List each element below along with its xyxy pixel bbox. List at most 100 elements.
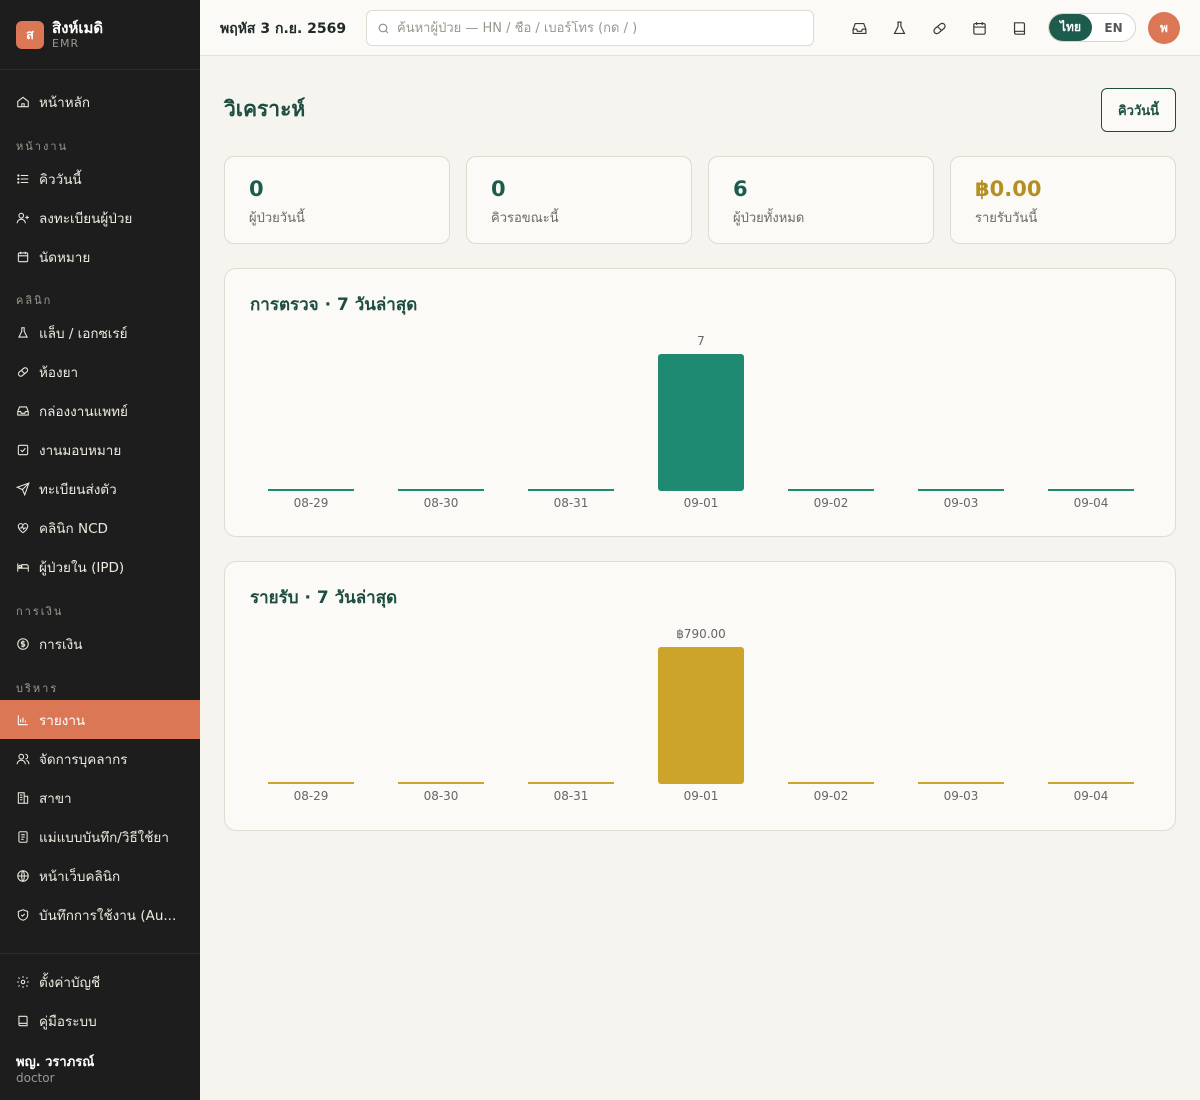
sidebar-item-label: กล่องงานแพทย์: [39, 403, 128, 420]
chart-bar: [528, 782, 614, 784]
sidebar-section-heading: หน้างาน: [16, 140, 69, 153]
sidebar-item-label: ลงทะเบียนผู้ป่วย: [39, 210, 133, 227]
inbox-icon: [16, 404, 30, 418]
sidebar-item-7[interactable]: ทะเบียนส่งตัว: [0, 469, 200, 508]
sidebar-item-14[interactable]: แม่แบบบันทึก/วิธีใช้ยา: [0, 817, 200, 856]
brand-logo: ส: [16, 20, 44, 49]
chart-bar: [268, 489, 354, 491]
sidebar-item-label: การเงิน: [39, 636, 83, 653]
stat-label: รายรับวันนี้: [975, 211, 1038, 226]
x-tick-label: 09-01: [684, 789, 719, 803]
sidebar-item-8[interactable]: คลินิก NCD: [0, 508, 200, 547]
sidebar-item-label: หน้าหลัก: [39, 94, 91, 111]
sidebar-item-manual[interactable]: คู่มือระบบ: [0, 1001, 200, 1040]
send-icon: [16, 481, 30, 496]
globe-icon: [16, 869, 30, 883]
sidebar-item-label: คลินิก NCD: [39, 520, 108, 537]
search-input[interactable]: [397, 20, 797, 36]
x-tick-label: 09-01: [684, 496, 719, 510]
page-title: วิเคราะห์: [224, 97, 306, 121]
sidebar-item-11[interactable]: รายงาน: [0, 700, 200, 739]
sidebar-item-label: คิววันนี้: [39, 171, 82, 188]
stat-value: 0: [249, 177, 264, 201]
sidebar-item-settings[interactable]: ตั้งค่าบัญชี: [0, 962, 200, 1001]
avatar[interactable]: พ: [1148, 12, 1180, 44]
pill-icon[interactable]: [929, 18, 949, 38]
users-icon: [16, 752, 30, 766]
x-tick-label: 08-29: [294, 789, 329, 803]
inbox-icon[interactable]: [849, 18, 869, 38]
x-tick-label: 08-30: [424, 789, 459, 803]
sidebar-item-label: หน้าเว็บคลินิก: [39, 868, 121, 885]
sidebar-item-9[interactable]: ผู้ป่วยใน (IPD): [0, 547, 200, 586]
chart-bar: [398, 489, 484, 491]
stat-value: 6: [733, 177, 748, 201]
sidebar-item-13[interactable]: สาขา: [0, 778, 200, 817]
current-date: พฤหัส 3 ก.ย. 2569: [220, 21, 347, 37]
stat-label: ผู้ป่วยวันนี้: [249, 211, 305, 226]
chart-bar: [268, 782, 354, 784]
top-header: พฤหัส 3 ก.ย. 2569 ไทย EN พ: [200, 0, 1200, 56]
checkbox-icon: [16, 443, 30, 457]
search-icon: [378, 23, 389, 33]
sidebar-item-label: คู่มือระบบ: [39, 1013, 97, 1030]
sidebar-item-label: นัดหมาย: [39, 249, 91, 266]
sidebar-item-label: บันทึกการใช้งาน (Au...: [39, 907, 177, 924]
sidebar-item-1[interactable]: ลงทะเบียนผู้ป่วย: [0, 198, 200, 237]
sidebar-item-label: ผู้ป่วยใน (IPD): [39, 559, 125, 576]
revenue-chart-card: รายรับ · 7 วันล่าสุด 08-29 08-30 08-31 09-0…: [224, 561, 1176, 831]
chart-bar: [528, 489, 614, 491]
home-icon: [16, 95, 30, 109]
today-queue-button[interactable]: คิววันนี้: [1101, 88, 1176, 132]
sidebar-item-2[interactable]: นัดหมาย: [0, 237, 200, 276]
book-icon[interactable]: [1009, 18, 1029, 38]
stat-card-queue-waiting: 0 คิวรอขณะนี้: [466, 156, 692, 244]
sidebar-item-0[interactable]: คิววันนี้: [0, 159, 200, 198]
sidebar-item-label: ตั้งค่าบัญชี: [39, 974, 101, 991]
chart-bar: [398, 782, 484, 784]
flask-icon[interactable]: [889, 18, 909, 38]
calendar-icon[interactable]: [969, 18, 989, 38]
patient-search[interactable]: [366, 10, 814, 46]
user-name: พญ. วราภรณ์: [16, 1055, 95, 1070]
sidebar-item-home[interactable]: หน้าหลัก: [0, 82, 200, 121]
x-tick-label: 09-04: [1074, 496, 1109, 510]
user-plus-icon: [16, 211, 30, 225]
stat-label: ผู้ป่วยทั้งหมด: [733, 211, 805, 226]
sidebar-item-label: สาขา: [39, 790, 72, 807]
language-toggle[interactable]: ไทย EN: [1048, 13, 1136, 42]
book-icon: [16, 1014, 30, 1028]
sidebar-item-12[interactable]: จัดการบุคลากร: [0, 739, 200, 778]
lang-th-button[interactable]: ไทย: [1049, 14, 1092, 41]
stat-card-total-patients: 6 ผู้ป่วยทั้งหมด: [708, 156, 934, 244]
sidebar-section-heading: การเงิน: [16, 605, 64, 618]
sidebar-item-label: ห้องยา: [39, 364, 79, 381]
revenue-bar-chart: 08-29 08-30 08-31 09-01 ฿790.00 09-02 09-03 09-…: [268, 627, 1134, 803]
sidebar-item-5[interactable]: กล่องงานแพทย์: [0, 391, 200, 430]
sidebar-item-16[interactable]: บันทึกการใช้งาน (Au...: [0, 895, 200, 934]
sidebar-item-10[interactable]: การเงิน: [0, 624, 200, 663]
sidebar-item-3[interactable]: แล็บ / เอกซเรย์: [0, 313, 200, 352]
x-tick-label: 08-31: [554, 789, 589, 803]
sidebar-item-6[interactable]: งานมอบหมาย: [0, 430, 200, 469]
sidebar-item-4[interactable]: ห้องยา: [0, 352, 200, 391]
chart-bar: [658, 354, 744, 491]
data-label: 7: [697, 334, 705, 348]
x-tick-label: 08-31: [554, 496, 589, 510]
stat-label: คิวรอขณะนี้: [491, 211, 559, 226]
sidebar-item-label: แม่แบบบันทึก/วิธีใช้ยา: [39, 829, 169, 846]
x-tick-label: 08-29: [294, 496, 329, 510]
brand[interactable]: ส สิงห์เมดิ EMR: [0, 0, 200, 70]
stat-card-revenue-today: ฿0.00 รายรับวันนี้: [950, 156, 1176, 244]
chart-bar: [1048, 782, 1134, 784]
stat-card-patients-today: 0 ผู้ป่วยวันนี้: [224, 156, 450, 244]
shield-check-icon: [16, 908, 30, 922]
chart-bar: [918, 489, 1004, 491]
lang-en-button[interactable]: EN: [1092, 14, 1135, 41]
x-tick-label: 09-03: [944, 496, 979, 510]
chart-bar: [788, 489, 874, 491]
sidebar-section-heading: บริหาร: [16, 682, 59, 695]
calendar-icon: [16, 250, 30, 264]
brand-name: สิงห์เมดิ: [52, 18, 104, 37]
sidebar-item-15[interactable]: หน้าเว็บคลินิก: [0, 856, 200, 895]
